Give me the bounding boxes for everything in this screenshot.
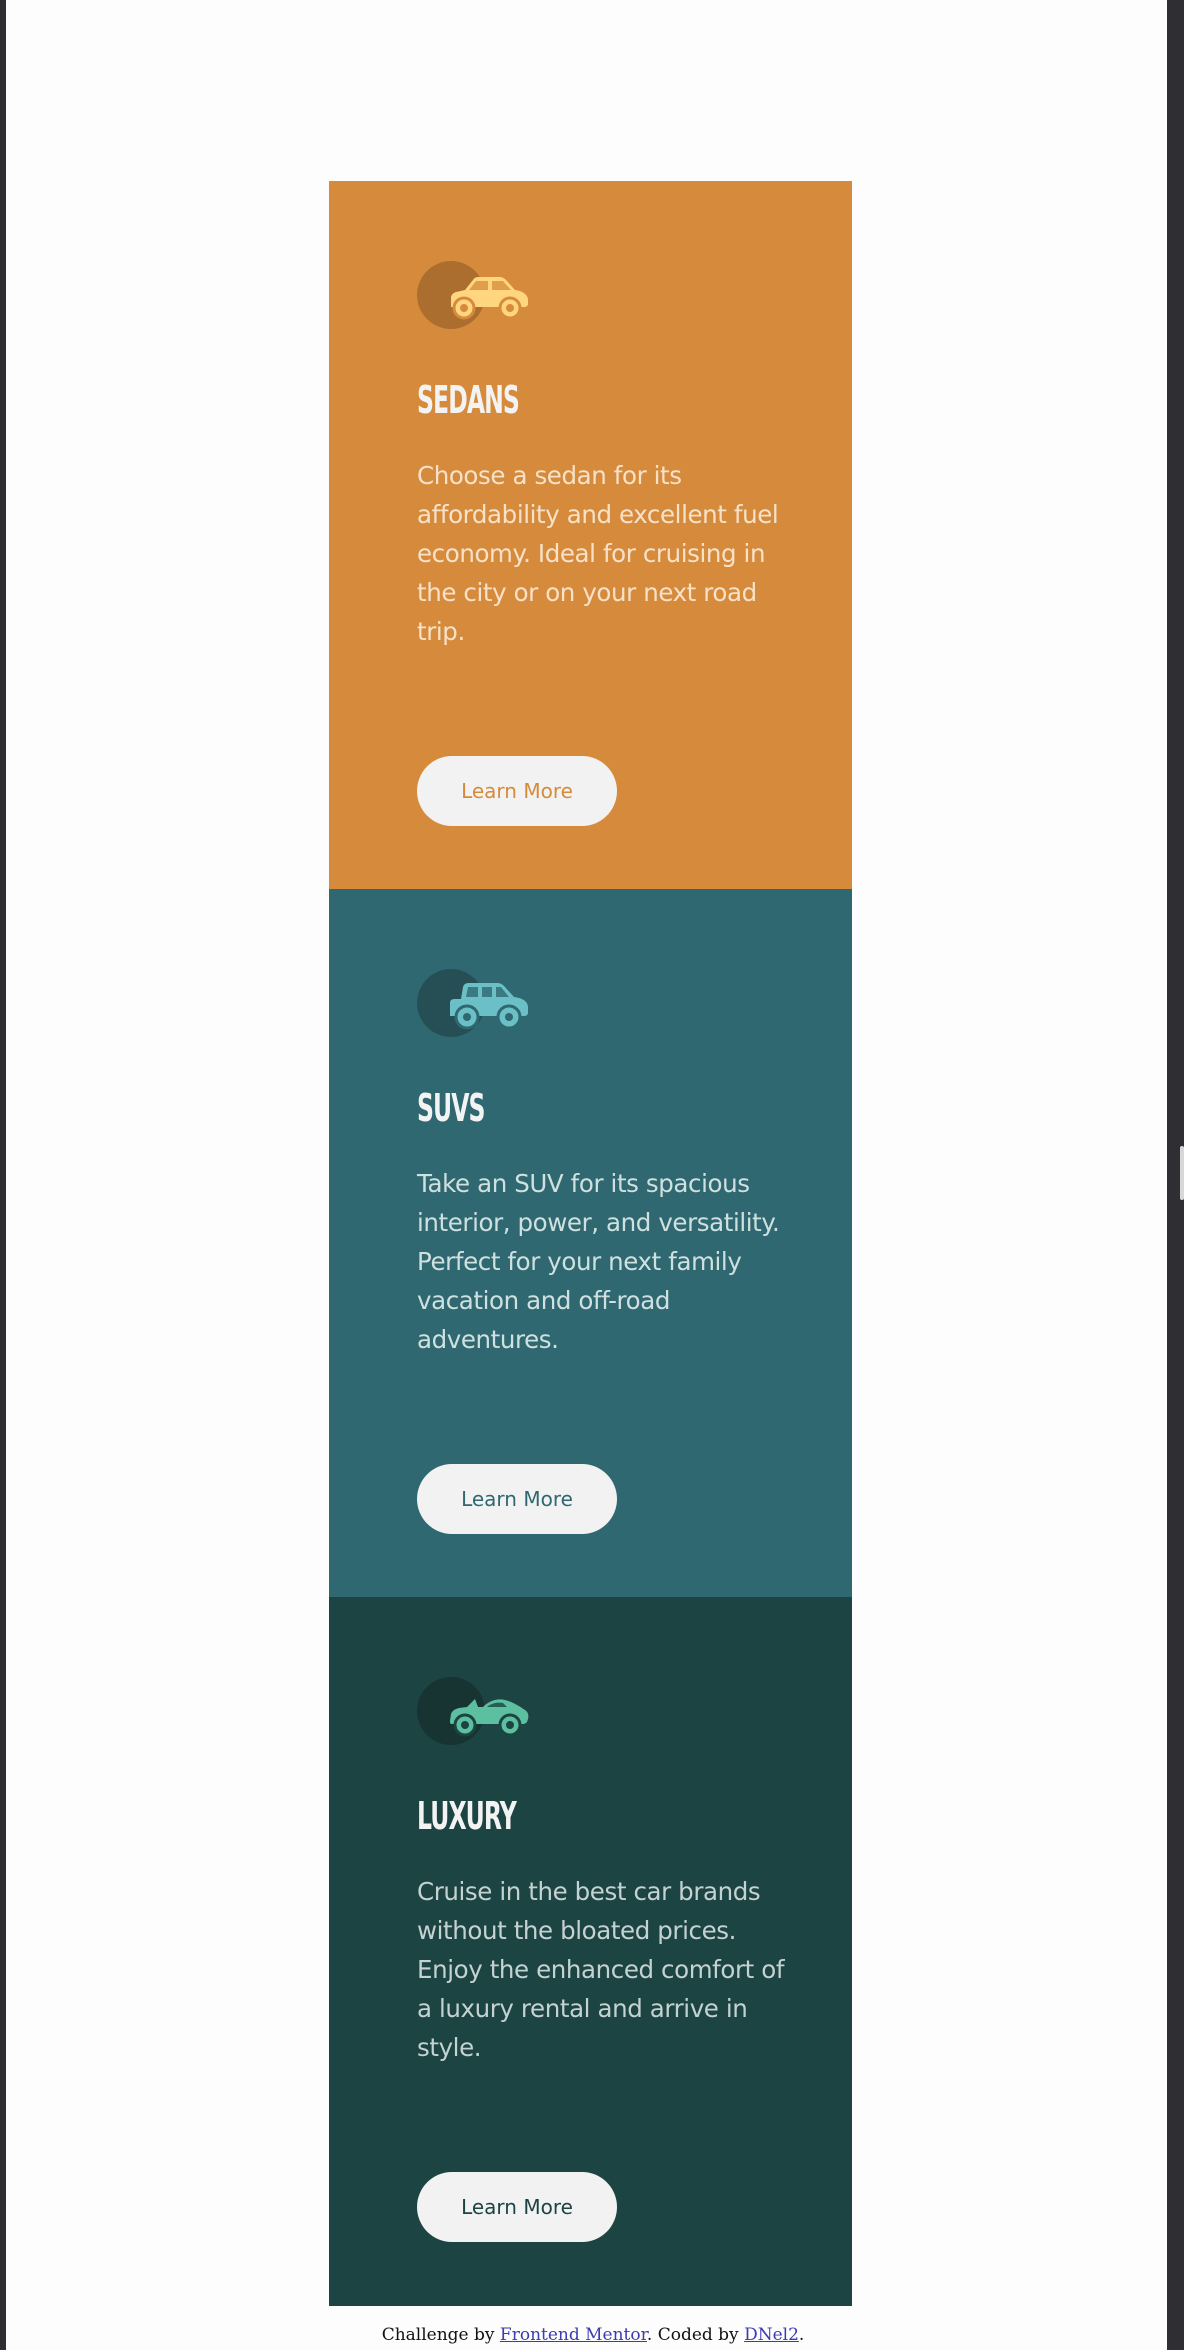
card-description: Cruise in the best car brands without th… — [417, 1877, 785, 2062]
card-luxury: LUXURY Cruise in the best car brands wit… — [329, 1597, 852, 2306]
page: SEDANS Choose a sedan for its affordabil… — [6, 0, 1167, 2350]
author-link[interactable]: DNel2 — [744, 2325, 799, 2345]
frontend-mentor-link[interactable]: Frontend Mentor — [500, 2325, 647, 2345]
sedan-icon-group — [417, 261, 529, 329]
car-cards-container: SEDANS Choose a sedan for its affordabil… — [329, 181, 852, 2306]
learn-more-button[interactable]: Learn More — [417, 2172, 617, 2242]
attribution-suffix: . — [798, 2325, 805, 2345]
card-title: SEDANS — [417, 378, 520, 422]
card-title: LUXURY — [417, 1794, 517, 1838]
card-suvs: SUVS Take an SUV for its spacious interi… — [329, 889, 852, 1597]
attribution-middle: . Coded by — [646, 2325, 745, 2345]
learn-more-button[interactable]: Learn More — [417, 1464, 617, 1534]
luxury-car-icon — [450, 1699, 529, 1737]
card-title: SUVS — [417, 1086, 486, 1130]
card-sedans: SEDANS Choose a sedan for its affordabil… — [329, 181, 852, 889]
sedan-car-icon — [451, 277, 528, 320]
card-description: Take an SUV for its spacious interior, p… — [417, 1169, 780, 1354]
suv-car-icon — [450, 983, 528, 1030]
attribution-prefix: Challenge by — [381, 2325, 500, 2345]
attribution: Challenge by Frontend Mentor. Coded by D… — [6, 2325, 1180, 2345]
scrollbar-thumb[interactable] — [1180, 1146, 1184, 1200]
card-description: Choose a sedan for its affordability and… — [417, 461, 779, 646]
learn-more-button[interactable]: Learn More — [417, 756, 617, 826]
luxury-icon-group — [417, 1677, 529, 1745]
suv-icon-group — [417, 969, 529, 1037]
